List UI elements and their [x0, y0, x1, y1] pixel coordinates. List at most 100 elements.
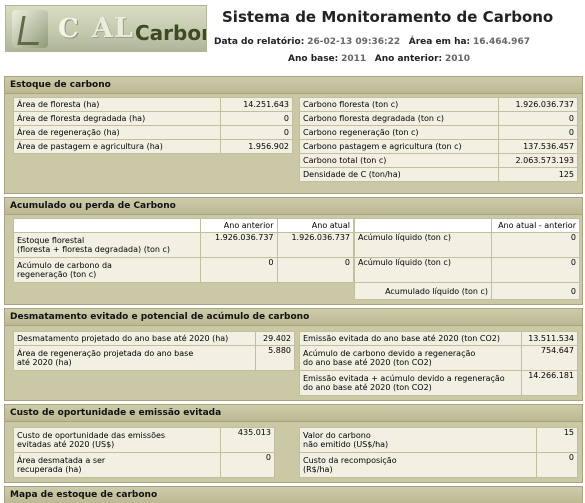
row-label-line1: Custo de oportunidade das emissões	[17, 431, 166, 440]
row-label: Acúmulo líquido (ton c)	[354, 257, 492, 283]
row-label-line1: Acúmulo de carbono devido a regeneração	[303, 349, 476, 358]
row-label-line1: Área de regeneração projetada do ano bas…	[17, 349, 194, 358]
area-label: Área em ha:	[408, 37, 471, 47]
logo-text-al: AL	[92, 13, 134, 44]
table-row: Área de floresta degradada (ha) 0	[12, 111, 293, 126]
row-label: Carbono floresta (ton c)	[298, 97, 500, 112]
row-label: Carbono regeneração (ton c)	[298, 125, 500, 140]
table-row: Emissão evitada + acúmulo devido a regen…	[299, 370, 579, 396]
section-desmatamento: Desmatamento evitado e potencial de acúm…	[4, 308, 583, 401]
table-row: Densidade de C (ton/ha) 125	[298, 167, 578, 182]
leaf-icon	[12, 10, 48, 48]
row-label: Acúmulo de carbono devido a regeneração d…	[299, 345, 522, 371]
report-meta-line1: Data do relatório: 26-02-13 09:36:22 Áre…	[214, 37, 530, 47]
row-value: 13.511.534	[520, 331, 579, 346]
row-label: Acumulado líquido (ton c)	[354, 282, 492, 300]
row-label: Carbono pastagem e agricultura (ton c)	[298, 139, 500, 154]
section-mapa: Mapa de estoque de carbono	[4, 486, 583, 503]
row-label-line2: do ano base até 2020 (ton CO2)	[303, 358, 432, 367]
table-row: Área de floresta (ha) 14.251.643	[12, 97, 293, 112]
row-value: 0	[220, 125, 293, 140]
row-value-curr: 1.926.036.737	[276, 232, 354, 258]
row-value: 435.013	[220, 427, 275, 453]
table-row: Área de pastagem e agricultura (ha) 1.956…	[12, 139, 293, 154]
table-row: Acumulado líquido (ton c) 0	[354, 282, 580, 300]
section-title: Estoque de carbono	[5, 77, 582, 94]
row-label-line2: recuperada (ha)	[17, 465, 82, 474]
row-label-line1: Emissão evitada + acúmulo devido a regen…	[303, 374, 505, 383]
custo-right-table: Valor do carbono não emitido (US$/ha) 15 …	[298, 427, 578, 478]
row-label-line2: do ano base até 2020 (ton CO2)	[303, 383, 432, 392]
row-label: Estoque florestal (floresta + floresta de…	[13, 232, 201, 258]
acumulado-right-table: Ano atual - anterior Acúmulo líquido (to…	[354, 218, 580, 300]
row-value: 5.880	[255, 345, 295, 371]
table-row: Carbono pastagem e agricultura (ton c) 13…	[298, 139, 578, 154]
row-value: 1.926.036.737	[498, 97, 578, 112]
table-row: Área desmatada a ser recuperada (ha) 0	[12, 452, 275, 478]
section-acumulado: Acumulado ou perda de Carbono Ano anteri…	[4, 197, 583, 305]
col-header-prev: Ano anterior	[200, 218, 278, 233]
col-header-curr: Ano atual	[276, 218, 354, 233]
desmatamento-right-table: Emissão evitada do ano base até 2020 (to…	[299, 331, 579, 396]
section-title: Acumulado ou perda de Carbono	[5, 198, 582, 215]
table-row: Carbono floresta (ton c) 1.926.036.737	[298, 97, 578, 112]
section-body: Área de floresta (ha) 14.251.643 Área de …	[5, 94, 582, 193]
table-row: Estoque florestal (floresta + floresta de…	[13, 232, 354, 258]
row-value-prev: 1.926.036.737	[200, 232, 278, 258]
col-header-diff: Ano atual - anterior	[491, 218, 580, 233]
report-date-label: Data do relatório:	[214, 37, 305, 47]
section-body: Custo de oportunidade das emissões evitad…	[5, 422, 582, 482]
row-label: Área de regeneração (ha)	[12, 125, 222, 140]
logo-text-c: C	[58, 14, 79, 44]
row-value-prev: 0	[200, 257, 278, 283]
table-row: Custo da recomposição (R$/ha) 0	[298, 452, 578, 478]
table-row: Área de regeneração (ha) 0	[12, 125, 293, 140]
row-value: 15	[536, 427, 578, 453]
row-value: 754.647	[520, 345, 579, 371]
estoque-right-table: Carbono floresta (ton c) 1.926.036.737 Ca…	[298, 97, 578, 182]
table-row: Custo de oportunidade das emissões evitad…	[12, 427, 275, 453]
page-title: Sistema de Monitoramento de Carbono	[222, 8, 554, 26]
row-value: 0	[498, 111, 578, 126]
table-header-row: Ano anterior Ano atual	[13, 218, 354, 233]
row-label: Acúmulo de carbono da regeneração (ton c)	[13, 257, 201, 283]
table-row: Acúmulo líquido (ton c) 0	[354, 257, 580, 283]
prev-year-label: Ano anterior:	[374, 54, 443, 64]
section-title: Custo de oportunidade e emissão evitada	[5, 405, 582, 422]
table-row: Acúmulo de carbono devido a regeneração d…	[299, 345, 579, 371]
row-label-line1: Estoque florestal	[17, 236, 85, 245]
desmatamento-left-table: Desmatamento projetado do ano base até 2…	[12, 331, 295, 371]
row-label-line2: (R$/ha)	[303, 465, 333, 474]
row-value: 0	[220, 452, 275, 478]
row-value: 0	[498, 125, 578, 140]
row-value: 14.251.643	[220, 97, 293, 112]
table-row: Valor do carbono não emitido (US$/ha) 15	[298, 427, 578, 453]
row-label: Carbono floresta degradada (ton c)	[298, 111, 500, 126]
row-label: Área desmatada a ser recuperada (ha)	[12, 452, 222, 478]
section-title: Desmatamento evitado e potencial de acúm…	[5, 309, 582, 326]
row-label-line2: até 2020 (ha)	[17, 358, 72, 367]
custo-left-table: Custo de oportunidade das emissões evitad…	[12, 427, 275, 478]
base-year-value: 2011	[341, 54, 367, 64]
report-date-value: 26-02-13 09:36:22	[307, 37, 401, 47]
row-label: Área de floresta (ha)	[12, 97, 222, 112]
prev-year-value: 2010	[445, 54, 471, 64]
row-value: 0	[491, 257, 580, 283]
section-body: Desmatamento projetado do ano base até 2…	[5, 326, 582, 400]
table-row: Carbono floresta degradada (ton c) 0	[298, 111, 578, 126]
row-value: 125	[498, 167, 578, 182]
table-row: Acúmulo de carbono da regeneração (ton c)…	[13, 257, 354, 283]
row-value: 137.536.457	[498, 139, 578, 154]
row-label-line1: Custo da recomposição	[303, 456, 397, 465]
estoque-left-table: Área de floresta (ha) 14.251.643 Área de …	[12, 97, 293, 154]
table-header-row: Ano atual - anterior	[354, 218, 580, 233]
table-row: Acúmulo líquido (ton c) 0	[354, 232, 580, 258]
row-label: Densidade de C (ton/ha)	[298, 167, 500, 182]
row-label-line2: evitadas até 2020 (US$)	[17, 440, 115, 449]
row-label: Acúmulo líquido (ton c)	[354, 232, 492, 258]
row-label-line2: (floresta + floresta degradada) (ton c)	[17, 245, 170, 254]
base-year-label: Ano base:	[288, 54, 339, 64]
row-label-line1: Acúmulo de carbono da	[17, 261, 112, 270]
row-label: Área de floresta degradada (ha)	[12, 111, 222, 126]
row-value: 1.956.902	[220, 139, 293, 154]
